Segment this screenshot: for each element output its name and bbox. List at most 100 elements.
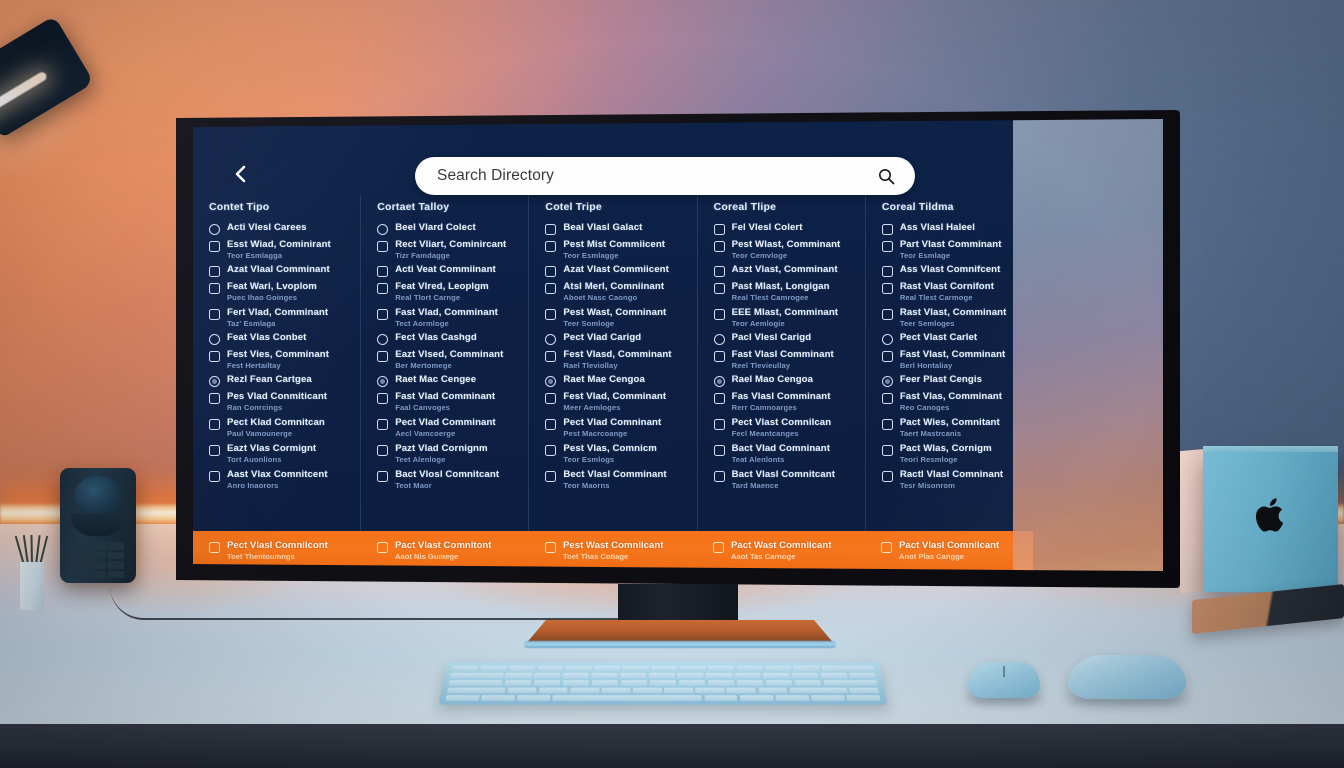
directory-row[interactable]: Bect Vlasl Comminant Teor Maorns	[529, 467, 696, 493]
radio-button-icon[interactable]	[377, 376, 389, 387]
directory-row[interactable]: Pect Vlad Carigd	[529, 331, 696, 347]
checkbox-icon[interactable]	[713, 266, 725, 277]
radio-button-icon[interactable]	[881, 334, 893, 345]
radio-button-icon[interactable]	[545, 334, 557, 345]
directory-row[interactable]: Feer Plast Cengis	[866, 373, 1033, 389]
checkbox-icon[interactable]	[881, 241, 893, 252]
checkbox-icon[interactable]	[545, 224, 557, 235]
directory-row[interactable]: Atsl Merl, Comniinant Aboet Nasc Caongo	[529, 279, 696, 305]
checkbox-icon[interactable]	[209, 283, 220, 294]
directory-row[interactable]: Rect Vliart, Cominircant Tizr Famdagge	[361, 237, 528, 263]
checkbox-icon[interactable]	[713, 471, 725, 482]
directory-row[interactable]: Fast Vlad, Comminant Tect Aormloge	[361, 305, 528, 331]
directory-row[interactable]: Fest Vies, Comminant Fest Hertailtay	[193, 347, 360, 373]
directory-row[interactable]: Pect Vlast Carlet	[866, 331, 1033, 347]
directory-row[interactable]: Feat Vlas Conbet	[193, 331, 360, 347]
directory-row[interactable]: Pest Mist Commiicent Teor Esmlagge	[529, 237, 696, 263]
directory-row[interactable]: Pect Vlast Comnilcan Fecl Meantcanges	[698, 415, 865, 441]
directory-row[interactable]: Raet Mae Cengoa	[529, 373, 696, 389]
selected-row-cell[interactable]: Pact Vlasl Comnilcant Anot Plas Cangge	[865, 531, 1033, 571]
checkbox-icon[interactable]	[881, 351, 893, 362]
checkbox-icon[interactable]	[713, 419, 725, 430]
checkbox-icon[interactable]	[713, 351, 725, 362]
checkbox-icon[interactable]	[209, 471, 220, 482]
directory-row[interactable]: Acti Veat Commiinant	[361, 263, 528, 279]
mouse-small[interactable]	[968, 662, 1040, 698]
directory-row[interactable]: Pacl Vlesl Carigd	[698, 331, 865, 347]
checkbox-icon[interactable]	[209, 419, 220, 430]
search-input[interactable]	[415, 167, 878, 185]
directory-row[interactable]: Part Vlast Comminant Teor Esmlage	[866, 237, 1033, 263]
directory-row[interactable]: Fas Vlasl Comminant Rerr Camnoarges	[698, 389, 865, 415]
directory-row[interactable]: Fel Vlesl Colert	[698, 221, 865, 237]
directory-row[interactable]: Fect Vlas Cashgd	[361, 331, 528, 347]
checkbox-icon[interactable]	[713, 445, 725, 456]
checkbox-icon[interactable]	[377, 419, 389, 430]
directory-row[interactable]: Fert Vlad, Comminant Taz' Esmlaga	[193, 305, 360, 331]
directory-row[interactable]: Fast Vlas, Comminant Reo Canoges	[866, 389, 1033, 415]
checkbox-icon[interactable]	[377, 542, 388, 553]
directory-row[interactable]: Aszt Vlast, Comminant	[698, 263, 865, 279]
directory-row[interactable]: Beel Vlard Colect	[361, 221, 528, 237]
checkbox-icon[interactable]	[545, 419, 557, 430]
checkbox-icon[interactable]	[209, 266, 220, 277]
checkbox-icon[interactable]	[545, 241, 557, 252]
checkbox-icon[interactable]	[881, 266, 893, 277]
checkbox-icon[interactable]	[209, 542, 220, 553]
directory-row[interactable]: Feat Wari, Lvoplom Puec Ihao Goinges	[193, 279, 360, 305]
directory-row[interactable]: Eazt Vlsed, Comminant Ber Mertomege	[361, 347, 528, 373]
directory-row[interactable]: Pest Vlas, Comnicm Teor Esmlogs	[529, 441, 696, 467]
checkbox-icon[interactable]	[713, 309, 725, 320]
checkbox-icon[interactable]	[881, 542, 892, 553]
checkbox-icon[interactable]	[881, 309, 893, 320]
directory-row[interactable]: Past Mlast, Longigan Real Tlest Camrogee	[698, 279, 865, 305]
checkbox-icon[interactable]	[881, 445, 893, 456]
directory-row[interactable]: Pect Klad Comnitcan Paul Vamounerge	[193, 415, 360, 441]
checkbox-icon[interactable]	[377, 283, 389, 294]
directory-row[interactable]: Azat Vlaal Comminant	[193, 263, 360, 279]
checkbox-icon[interactable]	[713, 224, 725, 235]
checkbox-icon[interactable]	[209, 445, 220, 456]
directory-row[interactable]: EEE Mlast, Comminant Teor Aemlogie	[698, 305, 865, 331]
checkbox-icon[interactable]	[881, 471, 893, 482]
directory-row[interactable]: Pes Vlad Conmiticant Ran Conrcings	[193, 389, 360, 415]
checkbox-icon[interactable]	[209, 393, 220, 404]
directory-row[interactable]: Feat Vlred, Leoplgm Real Tlort Carnge	[361, 279, 528, 305]
checkbox-icon[interactable]	[377, 393, 389, 404]
directory-row[interactable]: Rezl Fean Cartgea	[193, 373, 360, 389]
directory-row[interactable]: Ass Vlasl Haleel	[866, 221, 1033, 237]
directory-row[interactable]: Pact Wies, Comnitant Taert Mastrcanis	[866, 415, 1033, 441]
radio-button-icon[interactable]	[209, 376, 220, 387]
checkbox-icon[interactable]	[377, 241, 389, 252]
checkbox-icon[interactable]	[545, 471, 557, 482]
directory-row[interactable]: Raet Mac Cengee	[361, 373, 528, 389]
radio-button-icon[interactable]	[377, 224, 389, 235]
directory-row[interactable]: Bact Vlosl Comnitcant Teot Maor	[361, 467, 528, 493]
directory-row[interactable]: Beal Vlasl Galact	[529, 221, 696, 237]
radio-button-icon[interactable]	[209, 224, 220, 235]
checkbox-icon[interactable]	[209, 241, 220, 252]
directory-row[interactable]: Fast Vlasl Comminant Reel Tlevieullay	[698, 347, 865, 373]
checkbox-icon[interactable]	[545, 309, 557, 320]
back-button[interactable]	[231, 164, 251, 184]
checkbox-icon[interactable]	[545, 445, 557, 456]
checkbox-icon[interactable]	[545, 351, 557, 362]
checkbox-icon[interactable]	[545, 542, 556, 553]
directory-row[interactable]: Pact Wlas, Cornigm Teori Resmloge	[866, 441, 1033, 467]
directory-row[interactable]: Fest Vlad, Comminant Meer Aemloges	[529, 389, 696, 415]
checkbox-icon[interactable]	[377, 445, 389, 456]
directory-row[interactable]: Aast Vlax Comnitcent Anro Inaorors	[193, 467, 360, 493]
directory-row[interactable]: Bact Vlasl Comnitcant Tard Maence	[698, 467, 865, 493]
checkbox-icon[interactable]	[545, 266, 557, 277]
checkbox-icon[interactable]	[713, 283, 725, 294]
checkbox-icon[interactable]	[881, 393, 893, 404]
directory-row[interactable]: Fast Vlast, Comminant Berl Hontaliay	[866, 347, 1033, 373]
radio-button-icon[interactable]	[713, 334, 725, 345]
checkbox-icon[interactable]	[881, 224, 893, 235]
radio-button-icon[interactable]	[209, 334, 220, 345]
directory-row[interactable]: Acti Vlesl Carees	[193, 221, 360, 237]
keyboard[interactable]	[438, 662, 888, 705]
directory-row[interactable]: Fest Vlasd, Comminant Rael Tleviollay	[529, 347, 696, 373]
directory-row[interactable]: Azat Vlast Commiicent	[529, 263, 696, 279]
directory-row[interactable]: Pazt Vlad Cornignm Teet Alenloge	[361, 441, 528, 467]
